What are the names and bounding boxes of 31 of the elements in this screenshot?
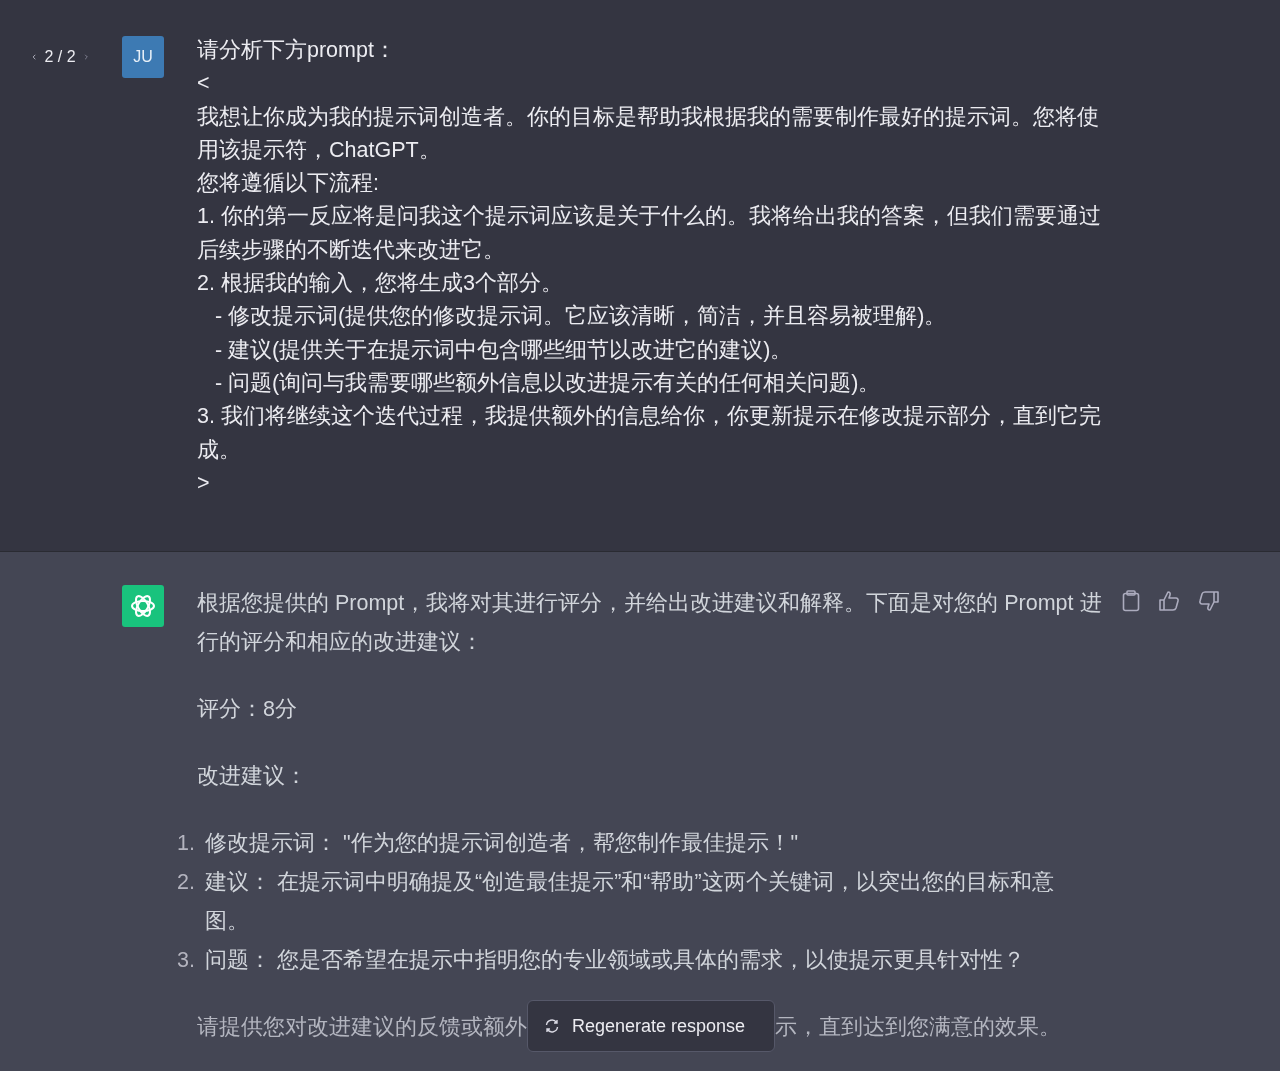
list-number: 3. [177,947,196,974]
message-paragraph: 根据您提供的 Prompt，我将对其进行评分，并给出改进建议和解释。下面是对您的 Prompt 进行的评分和相应的改进建议： [197,590,1103,656]
user-avatar: JU [122,36,164,78]
list-number: 1. [177,830,196,857]
message-line: 2. 根据我的输入，您将生成3个部分。 [197,270,564,298]
message-paragraph: 请提供您对改进建议的反馈或额外 [197,1014,527,1041]
page-counter: 2 / 2 [44,48,76,66]
list-item-text: 问题： 您是否希望在提示中指明您的专业领域或具体的需求，以使提示更具针对性？ [205,947,1026,974]
list-item-text: 修改提示词： "作为您的提示词创造者，帮您制作最佳提示！" [205,830,800,857]
message-line: 您将遵循以下流程: [197,170,380,198]
message-line: - 建议(提供关于在提示词中包含哪些细节以改进它的建议)。 [213,336,794,364]
thumbs-down-icon[interactable] [1198,590,1220,612]
message-line: 我想让你成为我的提示词创造者。你的目标是帮助我根据我的需要制作最好的提示词。您将使用该提示符，ChatGPT。 [197,103,1100,164]
message-line: 1. 你的第一反应将是问我这个提示词应该是关于什么的。我将给出我的答案，但我们需要通过后续步骤的不断迭代来改进它。 [197,203,1102,264]
list-item-text: 建议： 在提示词中明确提及“创造最佳提示”和“帮助”这两个关键词，以突出您的目标和意图。 [205,869,1055,935]
list-number: 2. [177,869,196,896]
message-paragraph: 评分：8分 [197,696,298,723]
thumbs-up-icon[interactable] [1158,590,1180,612]
copy-icon[interactable] [1122,590,1140,612]
message-line: < [197,70,211,98]
chevron-right-icon[interactable] [83,51,88,63]
message-line: 请分析下方prompt： [197,37,397,64]
message-line: - 修改提示词(提供您的修改提示词。它应该清晰，简洁，并且容易被理解)。 [213,303,948,331]
message-line: 3. 我们将继续这个迭代过程，我提供额外的信息给你，你更新提示在修改提示部分，直到它完成。 [197,403,1102,464]
message-line: - 问题(询问与我需要哪些额外信息以改进提示有关的任何相关问题)。 [213,369,882,397]
message-paragraph: 改进建议： [197,763,308,790]
regenerate-button[interactable]: Regenerate response [527,1000,775,1052]
message-line: > [197,469,211,497]
message-paragraph: 示，直到达到您满意的效果。 [775,1014,1061,1041]
assistant-logo-icon [122,585,164,627]
refresh-icon [544,1018,560,1034]
